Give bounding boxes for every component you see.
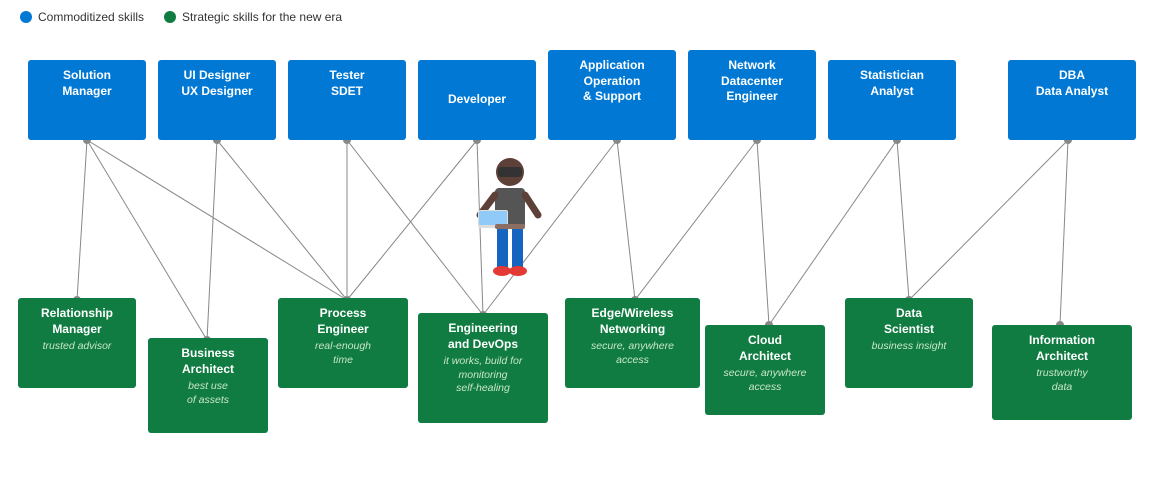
card-solution-manager-title: SolutionManager — [38, 68, 136, 99]
card-network-engineer: NetworkDatacenterEngineer — [688, 50, 816, 140]
card-relationship-manager-title: RelationshipManager — [28, 306, 126, 337]
card-process-engineer-title: ProcessEngineer — [288, 306, 398, 337]
legend-strategic: Strategic skills for the new era — [164, 10, 342, 24]
card-dba: DBAData Analyst — [1008, 60, 1136, 140]
card-process-engineer: ProcessEngineer real-enoughtime — [278, 298, 408, 388]
card-network-engineer-title: NetworkDatacenterEngineer — [698, 58, 806, 105]
commoditized-label: Commoditized skills — [38, 10, 144, 24]
card-information-architect: InformationArchitect trustworthydata — [992, 325, 1132, 420]
diagram: SolutionManager UI DesignerUX Designer T… — [0, 30, 1165, 490]
legend-commoditized: Commoditized skills — [20, 10, 144, 24]
card-business-architect-subtitle: best useof assets — [158, 380, 258, 407]
card-tester: TesterSDET — [288, 60, 406, 140]
card-business-architect: BusinessArchitect best useof assets — [148, 338, 268, 433]
card-statistician: StatisticianAnalyst — [828, 60, 956, 140]
card-app-operation: ApplicationOperation& Support — [548, 50, 676, 140]
commoditized-dot — [20, 11, 32, 23]
card-edge-networking-subtitle: secure, anywhereaccess — [575, 340, 690, 367]
card-data-scientist-title: DataScientist — [855, 306, 963, 337]
card-cloud-architect-subtitle: secure, anywhereaccess — [715, 367, 815, 394]
person-figure — [470, 150, 550, 290]
strategic-dot — [164, 11, 176, 23]
card-engineering-devops: Engineeringand DevOps it works, build fo… — [418, 313, 548, 423]
card-edge-networking: Edge/WirelessNetworking secure, anywhere… — [565, 298, 700, 388]
card-business-architect-title: BusinessArchitect — [158, 346, 258, 377]
strategic-label: Strategic skills for the new era — [182, 10, 342, 24]
card-solution-manager: SolutionManager — [28, 60, 146, 140]
card-edge-networking-title: Edge/WirelessNetworking — [575, 306, 690, 337]
card-process-engineer-subtitle: real-enoughtime — [288, 340, 398, 367]
card-data-scientist: DataScientist business insight — [845, 298, 973, 388]
card-engineering-devops-subtitle: it works, build formonitoringself-healin… — [428, 355, 538, 396]
card-app-operation-title: ApplicationOperation& Support — [558, 58, 666, 105]
card-developer-title: Developer — [448, 92, 506, 108]
card-dba-title: DBAData Analyst — [1018, 68, 1126, 99]
card-ui-designer: UI DesignerUX Designer — [158, 60, 276, 140]
card-relationship-manager-subtitle: trusted advisor — [28, 340, 126, 354]
card-cloud-architect-title: CloudArchitect — [715, 333, 815, 364]
card-cloud-architect: CloudArchitect secure, anywhereaccess — [705, 325, 825, 415]
card-statistician-title: StatisticianAnalyst — [838, 68, 946, 99]
person-svg — [470, 150, 550, 290]
card-information-architect-title: InformationArchitect — [1002, 333, 1122, 364]
card-information-architect-subtitle: trustworthydata — [1002, 367, 1122, 394]
card-tester-title: TesterSDET — [298, 68, 396, 99]
card-developer: Developer — [418, 60, 536, 140]
card-data-scientist-subtitle: business insight — [855, 340, 963, 354]
legend: Commoditized skills Strategic skills for… — [0, 0, 1165, 30]
card-ui-designer-title: UI DesignerUX Designer — [168, 68, 266, 99]
card-relationship-manager: RelationshipManager trusted advisor — [18, 298, 136, 388]
card-engineering-devops-title: Engineeringand DevOps — [428, 321, 538, 352]
